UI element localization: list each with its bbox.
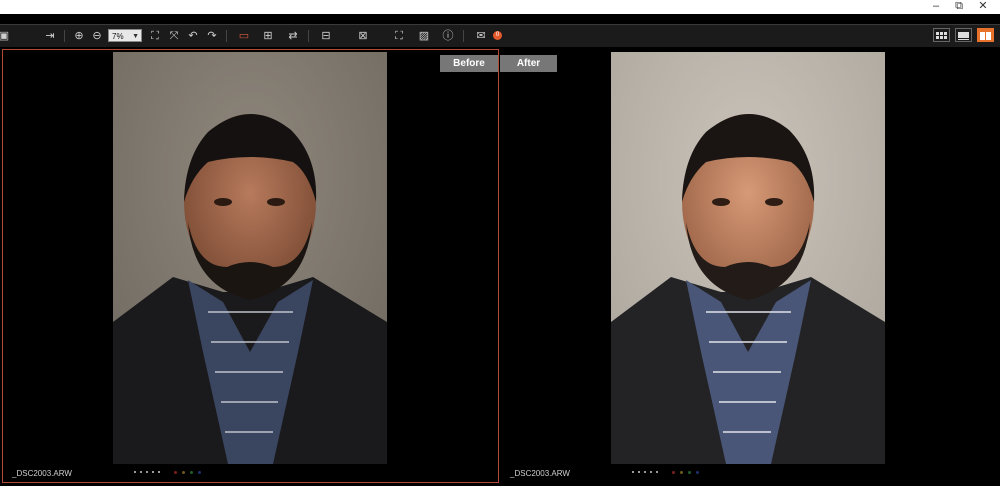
single-view-icon[interactable] [955,28,972,42]
after-button[interactable]: After [500,55,557,72]
toolbar-divider [226,30,227,42]
notification-badge[interactable]: 0 [493,31,502,40]
close-button[interactable]: ✕ [972,0,994,14]
compare-glyph-icon [980,32,991,40]
compare-swap-icon[interactable]: ⇄ [285,28,301,44]
fit-icon[interactable]: ⛶ [147,28,163,44]
rating-dot[interactable] [656,471,658,473]
zoom-select[interactable]: 7% ▼ [108,29,142,42]
rating-dot[interactable] [638,471,640,473]
rating-dot[interactable] [632,471,634,473]
chevron-down-icon: ▼ [132,33,139,40]
color-label-blue[interactable] [198,471,201,474]
export-icon[interactable]: ⇥ [42,28,58,44]
minimize-button[interactable]: – [925,0,947,14]
before-photo [113,52,387,464]
fullscreen-icon[interactable]: ⛶ [391,28,407,44]
before-filename: _DSC2003.ARW [12,469,72,478]
zoom-out-icon[interactable]: ⊖ [89,28,105,44]
toolbar-divider [308,30,309,42]
rating-dot[interactable] [134,471,136,473]
zoom-value: 7% [112,32,124,41]
compare-split-icon[interactable]: ⊞ [260,28,276,44]
color-label-red[interactable] [174,471,177,474]
color-label-green[interactable] [190,471,193,474]
rating-dot[interactable] [152,471,154,473]
mail-icon[interactable]: ✉ [473,28,489,44]
rating-dot[interactable] [146,471,148,473]
title-bar: – ⧉ ✕ [0,0,1000,14]
rotate-right-icon[interactable]: ↷ [204,28,220,44]
grid-icon[interactable]: ⊠ [355,28,371,44]
panel-toggle-icon[interactable]: ▣ [0,28,12,44]
grid-view-icon[interactable] [933,28,950,42]
layout-icon[interactable]: ⊟ [318,28,334,44]
single-glyph-icon [958,32,969,40]
toolbar-divider [463,30,464,42]
color-label-yellow[interactable] [680,471,683,474]
info-icon[interactable]: ⓘ [440,28,456,44]
restore-button[interactable]: ⧉ [948,0,970,14]
rating-dot[interactable] [158,471,160,473]
before-button[interactable]: Before [440,55,498,72]
color-label-green[interactable] [688,471,691,474]
compare-side-by-side-icon[interactable]: ▭ [236,28,252,44]
compare-view-icon[interactable] [977,28,994,42]
portrait-image [611,52,885,464]
rating-dot[interactable] [650,471,652,473]
actual-size-icon[interactable]: ⤧ [166,28,182,44]
portrait-image [113,52,387,464]
rotate-left-icon[interactable]: ↶ [185,28,201,44]
rating-dot[interactable] [140,471,142,473]
color-label-yellow[interactable] [182,471,185,474]
rating-dot[interactable] [644,471,646,473]
image-icon[interactable]: ▨ [416,28,432,44]
grid-glyph-icon [936,32,947,39]
color-label-red[interactable] [672,471,675,474]
color-label-blue[interactable] [696,471,699,474]
after-filename: _DSC2003.ARW [510,469,570,478]
toolbar-divider [64,30,65,42]
zoom-in-icon[interactable]: ⊕ [71,28,87,44]
after-photo [611,52,885,464]
